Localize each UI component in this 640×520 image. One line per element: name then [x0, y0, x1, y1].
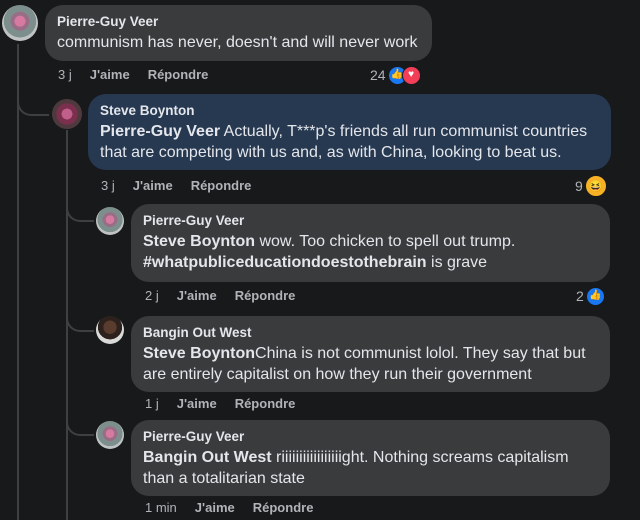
reply-button[interactable]: Répondre: [148, 67, 209, 82]
comment-text: communism has never, doesn't and will ne…: [57, 34, 418, 51]
comment-actions: 3 j J'aime Répondre: [101, 176, 269, 196]
comment-actions: 1 min J'aime Répondre: [145, 498, 331, 518]
like-button[interactable]: J'aime: [177, 396, 217, 411]
reaction-summary[interactable]: 2 👍: [576, 286, 605, 306]
love-icon: ♥: [401, 65, 421, 85]
comment-text: Steve BoyntonChina is not communist lolo…: [143, 343, 598, 385]
comment-bubble: Pierre-Guy Veer Bangin Out West riiiiiii…: [131, 420, 610, 496]
thread-connector: [66, 310, 94, 332]
avatar[interactable]: [2, 5, 38, 41]
reaction-summary[interactable]: 24 👍 ♥: [370, 65, 421, 85]
thread-connector: [17, 92, 49, 116]
comment-author[interactable]: Steve Boynton: [100, 102, 599, 120]
comment-bubble: Pierre-Guy Veer Steve Boynton wow. Too c…: [131, 204, 610, 282]
thread-connector: [66, 200, 94, 222]
comment-author[interactable]: Bangin Out West: [143, 324, 598, 342]
comment-actions: 3 j J'aime Répondre: [58, 65, 226, 85]
thread-line: [17, 44, 19, 520]
comment-author[interactable]: Pierre-Guy Veer: [57, 13, 420, 31]
hashtag-link[interactable]: #whatpubliceducationdoestothebrain: [143, 254, 427, 271]
like-button[interactable]: J'aime: [195, 500, 235, 515]
comment-time[interactable]: 1 min: [145, 500, 177, 515]
comment-bubble: Pierre-Guy Veer communism has never, doe…: [45, 5, 432, 61]
comment-body: wow. Too chicken to spell out trump.: [255, 233, 516, 250]
reaction-summary[interactable]: 9 😆: [575, 175, 607, 197]
mention-link[interactable]: Steve Boynton: [143, 233, 255, 250]
comment-time[interactable]: 1 j: [145, 396, 159, 411]
comment-text: Bangin Out West riiiiiiiiiiiiiiiiight. N…: [143, 447, 598, 489]
comment-text: Steve Boynton wow. Too chicken to spell …: [143, 231, 598, 273]
comment-time[interactable]: 2 j: [145, 288, 159, 303]
mention-link[interactable]: Steve Boynton: [143, 345, 255, 362]
avatar[interactable]: [52, 99, 82, 129]
like-button[interactable]: J'aime: [133, 178, 173, 193]
thread-connector: [66, 414, 94, 436]
mention-link[interactable]: Pierre-Guy Veer: [100, 123, 220, 140]
avatar[interactable]: [96, 316, 124, 344]
reaction-count: 2: [576, 288, 584, 304]
comment-author[interactable]: Pierre-Guy Veer: [143, 428, 598, 446]
avatar[interactable]: [96, 207, 124, 235]
comment-author[interactable]: Pierre-Guy Veer: [143, 212, 598, 230]
like-button[interactable]: J'aime: [90, 67, 130, 82]
haha-icon: 😆: [584, 175, 607, 197]
comment-text: Pierre-Guy Veer Actually, T***p's friend…: [100, 121, 599, 163]
comment-time[interactable]: 3 j: [58, 67, 72, 82]
avatar[interactable]: [96, 421, 124, 449]
reaction-count: 9: [575, 178, 583, 194]
like-icon: 👍: [585, 286, 605, 306]
comment-actions: 2 j J'aime Répondre: [145, 286, 313, 306]
reaction-count: 24: [370, 67, 386, 83]
like-button[interactable]: J'aime: [177, 288, 217, 303]
comment-actions: 1 j J'aime Répondre: [145, 394, 313, 414]
comment-bubble: Steve Boynton Pierre-Guy Veer Actually, …: [88, 94, 611, 170]
comment-bubble: Bangin Out West Steve BoyntonChina is no…: [131, 316, 610, 392]
reply-button[interactable]: Répondre: [253, 500, 314, 515]
mention-link[interactable]: Bangin Out West: [143, 449, 272, 466]
comment-body-end: is grave: [426, 254, 488, 271]
reply-button[interactable]: Répondre: [235, 288, 296, 303]
reply-button[interactable]: Répondre: [235, 396, 296, 411]
reply-button[interactable]: Répondre: [191, 178, 252, 193]
comment-time[interactable]: 3 j: [101, 178, 115, 193]
